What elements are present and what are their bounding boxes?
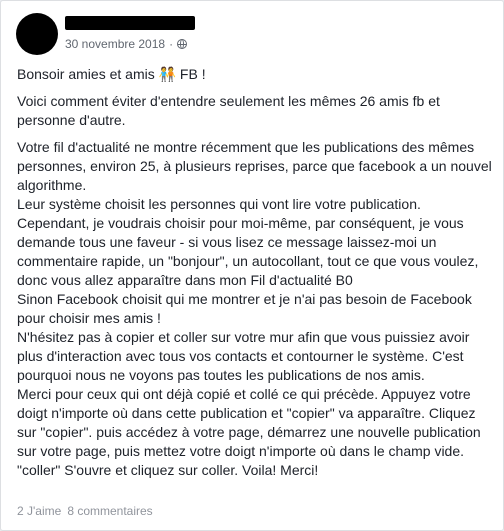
likes-count[interactable]: 2 J'aime xyxy=(17,504,61,518)
comments-count[interactable]: 8 commentaires xyxy=(67,504,152,518)
post-date[interactable]: 30 novembre 2018 xyxy=(65,37,165,51)
author-name-redacted[interactable] xyxy=(65,16,195,30)
globe-icon[interactable] xyxy=(177,39,188,49)
post-meta: 30 novembre 2018 · xyxy=(65,37,188,51)
post-card: 30 novembre 2018 · Bonsoir amies et amis… xyxy=(0,0,504,531)
meta-separator: · xyxy=(169,37,174,51)
avatar[interactable] xyxy=(16,13,58,55)
post-paragraph-2: Votre fil d'actualité ne montre récemmen… xyxy=(17,139,492,478)
post-greeting: Bonsoir amies et amis 🧑‍🤝‍🧑 FB ! xyxy=(17,66,206,82)
post-footer: 2 J'aime 8 commentaires xyxy=(17,504,153,518)
post-paragraph-1: Voici comment éviter d'entendre seulemen… xyxy=(17,93,440,128)
post-body: Bonsoir amies et amis 🧑‍🤝‍🧑 FB ! Voici c… xyxy=(17,65,493,488)
